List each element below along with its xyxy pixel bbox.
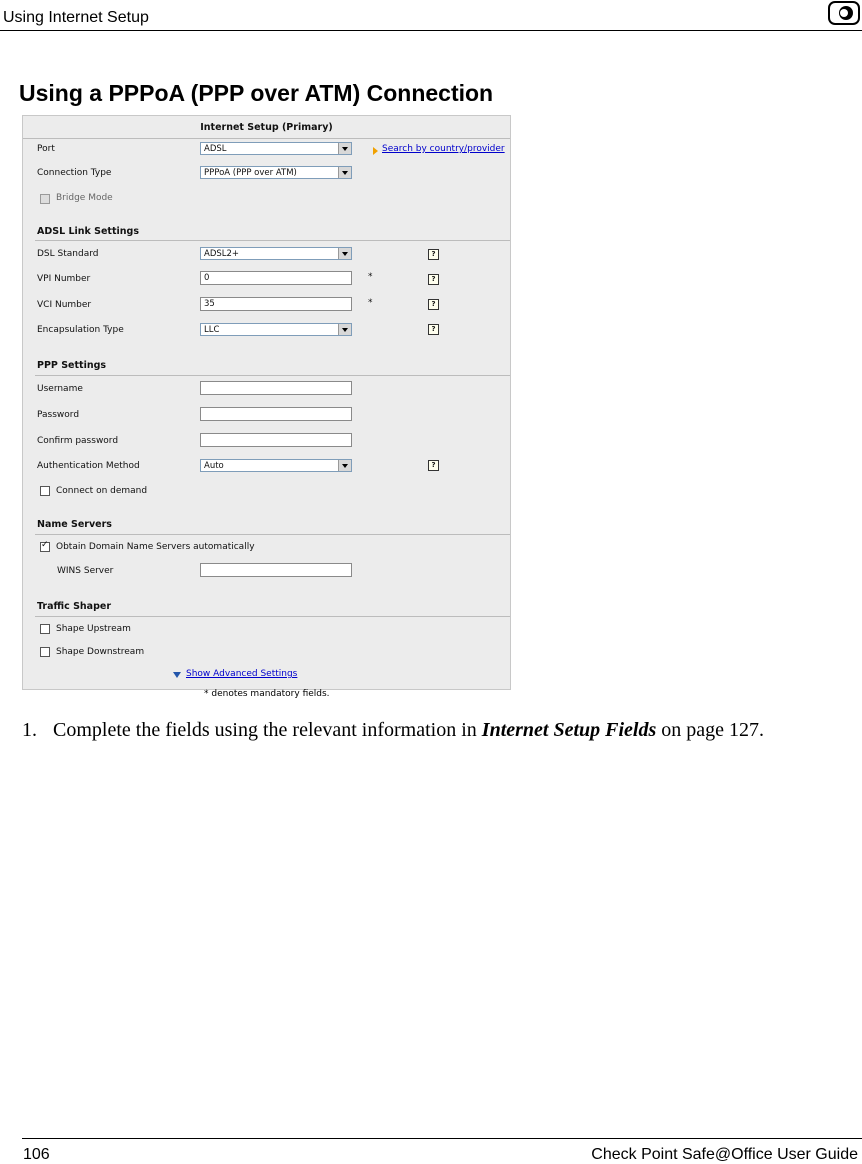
step-text-after: on page 127. [656,719,765,741]
vci-input[interactable]: 35 [200,297,352,311]
section-name-servers-title: Name Servers [37,519,112,530]
check-point-logo-icon [828,1,860,25]
shape-upstream-label: Shape Upstream [56,624,131,634]
bridge-mode-label: Bridge Mode [56,193,113,203]
arrow-right-icon [373,147,378,155]
encapsulation-value: LLC [204,325,220,335]
help-icon[interactable]: ? [428,274,439,285]
auth-method-value: Auto [204,461,224,471]
bridge-mode-checkbox[interactable] [40,194,50,204]
chevron-down-icon[interactable] [338,248,351,259]
chevron-down-icon[interactable] [338,143,351,154]
divider [35,616,510,617]
chevron-down-icon[interactable] [338,167,351,178]
section-ppp-title: PPP Settings [37,360,107,371]
vci-label: VCI Number [37,300,92,310]
auth-method-label: Authentication Method [37,461,140,471]
chevron-down-icon[interactable] [338,460,351,471]
divider [23,138,510,139]
help-icon[interactable]: ? [428,460,439,471]
section-traffic-shaper-title: Traffic Shaper [37,601,112,612]
divider [35,240,510,241]
dsl-standard-label: DSL Standard [37,249,99,259]
shape-downstream-label: Shape Downstream [56,647,145,657]
mandatory-marker: * [368,272,373,282]
divider [35,534,510,535]
shape-upstream-checkbox[interactable] [40,624,50,634]
shape-downstream-checkbox[interactable] [40,647,50,657]
password-input[interactable] [200,407,352,421]
port-select[interactable]: ADSL [200,142,352,155]
obtain-dns-checkbox[interactable] [40,540,50,552]
show-advanced-link[interactable]: Show Advanced Settings [186,669,297,679]
page-header: Using Internet Setup [0,0,862,31]
footer-title: Check Point Safe@Office User Guide [591,1146,858,1163]
connect-on-demand-label: Connect on demand [56,486,148,496]
step-text-before: Complete the fields using the relevant i… [53,719,482,741]
help-icon[interactable]: ? [428,249,439,260]
step-text: Complete the fields using the relevant i… [53,718,813,742]
vpi-label: VPI Number [37,274,91,284]
step-number: 1. [22,719,37,741]
footer-page-number: 106 [23,1146,50,1163]
connection-type-label: Connection Type [37,168,112,178]
username-input[interactable] [200,381,352,395]
wins-label: WINS Server [57,566,114,576]
encapsulation-label: Encapsulation Type [37,325,124,335]
triangle-down-icon [173,672,181,678]
search-provider-link[interactable]: Search by country/provider [382,144,505,154]
panel-title: Internet Setup (Primary) [200,122,333,133]
password-label: Password [37,410,80,420]
dsl-standard-select[interactable]: ADSL2+ [200,247,352,260]
obtain-dns-label: Obtain Domain Name Servers automatically [56,542,255,552]
page-heading: Using a PPPoA (PPP over ATM) Connection [19,80,494,106]
footer-rule [22,1138,862,1139]
cross-reference-link: Internet Setup Fields [481,719,657,741]
mandatory-footnote: * denotes mandatory fields. [204,689,330,699]
confirm-password-label: Confirm password [37,436,119,446]
header-title: Using Internet Setup [3,9,149,26]
internet-setup-panel: Internet Setup (Primary) Port ADSL Searc… [22,115,511,690]
encapsulation-select[interactable]: LLC [200,323,352,336]
port-label: Port [37,144,55,154]
vpi-input[interactable]: 0 [200,271,352,285]
auth-method-select[interactable]: Auto [200,459,352,472]
connection-type-value: PPPoA (PPP over ATM) [204,168,297,178]
wins-input[interactable] [200,563,352,577]
mandatory-marker: * [368,298,373,308]
connection-type-select[interactable]: PPPoA (PPP over ATM) [200,166,352,179]
connect-on-demand-checkbox[interactable] [40,486,50,496]
divider [35,375,510,376]
port-value: ADSL [204,144,227,154]
username-label: Username [37,384,83,394]
help-icon[interactable]: ? [428,299,439,310]
dsl-standard-value: ADSL2+ [204,249,240,259]
chevron-down-icon[interactable] [338,324,351,335]
confirm-password-input[interactable] [200,433,352,447]
help-icon[interactable]: ? [428,324,439,335]
section-adsl-title: ADSL Link Settings [37,226,139,237]
